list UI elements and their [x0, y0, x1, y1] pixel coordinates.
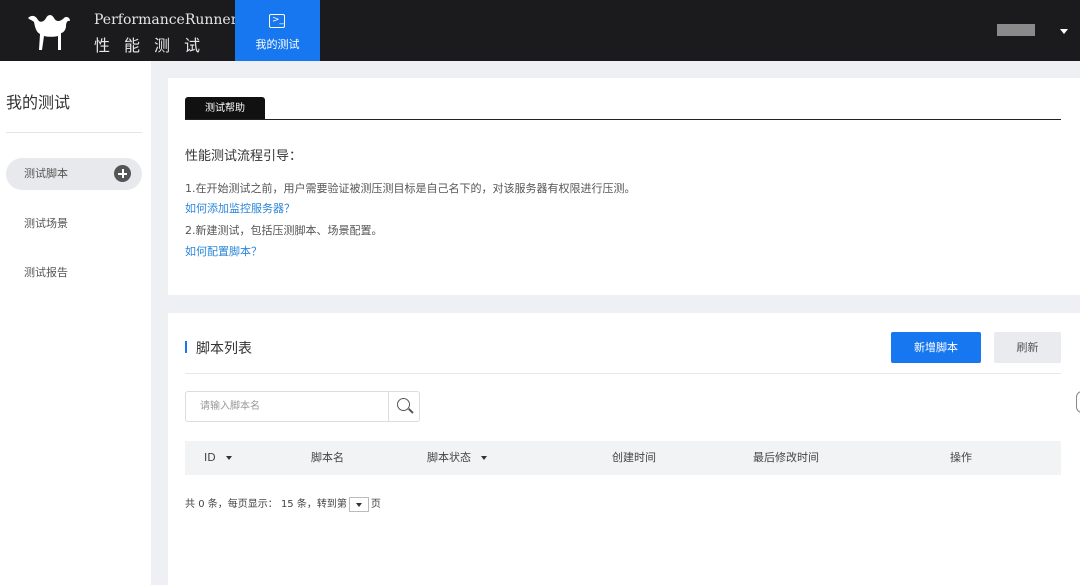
caret-down-icon[interactable] — [1060, 29, 1068, 34]
guide-title: 性能测试流程引导： — [185, 149, 303, 164]
sidebar-item-test-scenarios[interactable]: 测试场景 — [6, 208, 142, 240]
script-list-title: 脚本列表 — [196, 341, 252, 357]
search-icon[interactable] — [397, 398, 410, 411]
pager-page-size: 15 — [280, 499, 294, 510]
column-created-time: 创建时间 — [612, 451, 656, 464]
guide-step-2: 2.新建测试，包括压测脚本、场景配置。 — [185, 224, 383, 237]
column-script-name: 脚本名 — [311, 451, 344, 464]
terminal-icon: >_ — [269, 14, 285, 28]
column-actions: 操作 — [950, 451, 972, 464]
top-bar: PerformanceRunner 性能测试 >_ 我的测试 — [0, 0, 1080, 61]
column-id[interactable]: ID — [204, 441, 232, 475]
add-monitor-server-link[interactable]: 如何添加监控服务器？ — [185, 200, 295, 216]
sidebar-title: 我的测试 — [6, 93, 71, 112]
camel-logo-icon — [28, 15, 70, 50]
tab-underline — [185, 119, 1061, 120]
pager-total-prefix: 共 — [185, 499, 195, 510]
pager-page-size-suffix: 条，转到第 — [296, 499, 347, 510]
search-box — [185, 391, 420, 422]
filter-caret-icon[interactable] — [481, 456, 487, 460]
pagination: 共 0 条，每页显示： 15 条，转到第 页 — [185, 495, 381, 512]
sort-caret-icon[interactable] — [225, 456, 232, 460]
page-select[interactable] — [348, 496, 369, 512]
script-list-card: 脚本列表 新增脚本 刷新 ID 脚本名 脚本状态 创建时间 最后修改时间 操作 … — [168, 313, 1080, 585]
nav-my-tests-label: 我的测试 — [255, 38, 300, 51]
column-script-status[interactable]: 脚本状态 — [427, 441, 487, 475]
sidebar-divider — [6, 132, 142, 133]
divider — [185, 373, 1061, 374]
table-header: ID 脚本名 脚本状态 创建时间 最后修改时间 操作 — [185, 441, 1061, 475]
pager-total-count: 0 — [198, 499, 205, 510]
nav-my-tests[interactable]: >_ 我的测试 — [235, 0, 320, 61]
sidebar-item-label: 测试报告 — [24, 266, 68, 279]
user-avatar[interactable] — [997, 24, 1035, 36]
tab-test-help[interactable]: 测试帮助 — [185, 97, 265, 120]
configure-script-link[interactable]: 如何配置脚本？ — [185, 243, 262, 259]
brand-chinese-name: 性能测试 — [94, 36, 215, 55]
sidebar: 我的测试 测试脚本 测试场景 测试报告 — [0, 61, 151, 585]
sidebar-item-test-reports[interactable]: 测试报告 — [6, 257, 142, 289]
help-card: 测试帮助 性能测试流程引导： 1.在开始测试之前，用户需要验证被测压测目标是自己… — [168, 78, 1080, 295]
sidebar-item-label: 测试脚本 — [24, 167, 68, 180]
guide-step-1: 1.在开始测试之前，用户需要验证被测压测目标是自己名下的，对该服务器有权限进行压… — [185, 182, 636, 195]
side-collapse-handle[interactable] — [1076, 391, 1080, 413]
sidebar-item-test-scripts[interactable]: 测试脚本 — [6, 158, 142, 190]
sidebar-item-label: 测试场景 — [24, 217, 68, 230]
new-script-button[interactable]: 新增脚本 — [891, 332, 981, 363]
pager-page-suffix: 页 — [370, 499, 381, 510]
pager-total-suffix: 条，每页显示： — [207, 499, 278, 510]
column-last-modified: 最后修改时间 — [753, 451, 819, 464]
brand-english-name: PerformanceRunner — [94, 12, 238, 28]
section-marker — [185, 341, 187, 353]
search-divider — [388, 392, 389, 421]
search-input[interactable] — [186, 392, 388, 421]
refresh-button[interactable]: 刷新 — [994, 332, 1061, 363]
add-circle-icon[interactable] — [114, 165, 131, 182]
